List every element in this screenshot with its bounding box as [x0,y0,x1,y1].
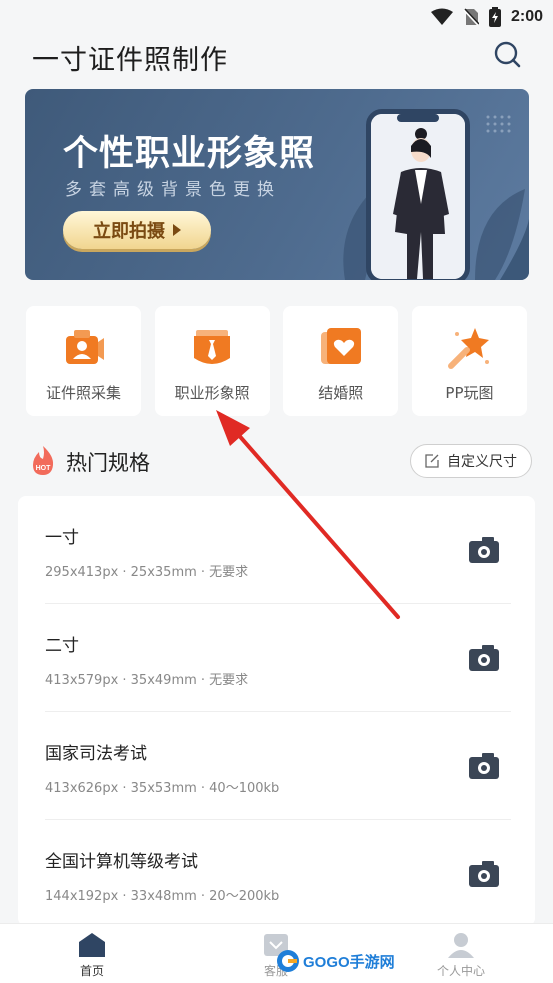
home-icon [79,933,105,957]
user-icon [448,933,474,958]
shoot-now-button[interactable]: 立即拍摄 [63,211,211,249]
spec-list: 一寸 295x413px · 25x35mm · 无要求 二寸 413x579p… [18,496,535,926]
id-photo-camera-icon [65,330,104,364]
tab-home[interactable]: 首页 [57,932,127,979]
spec-name: 二寸 [45,636,79,656]
spec-desc: 295x413px · 25x35mm · 无要求 [45,565,249,580]
spec-item[interactable]: 国家司法考试 413x626px · 35x53mm · 40～100kb [45,712,511,820]
battery-icon [488,7,501,27]
watermark-logo-icon [277,950,299,972]
spec-desc: 144x192px · 33x48mm · 20～200kb [45,889,280,904]
spec-item[interactable]: 全国计算机等级考试 144x192px · 33x48mm · 20～200kb [45,820,511,926]
spec-name: 全国计算机等级考试 [45,852,198,872]
heart-photo-icon [320,328,361,364]
feature-wedding-photo[interactable]: 结婚照 [283,306,399,416]
feature-label: PP玩图 [445,384,494,402]
tab-label: 个人中心 [436,964,485,978]
magic-wand-icon [448,328,490,369]
hot-flame-icon: HOT [33,446,54,475]
camera-icon[interactable] [469,860,499,888]
spec-item[interactable]: 二寸 413x579px · 35x49mm · 无要求 [45,604,511,712]
feature-label: 结婚照 [318,384,364,402]
page-title: 一寸证件照制作 [32,45,228,76]
feature-grid: 证件照采集 职业形象照 结婚照 PP玩图 [26,306,527,416]
wifi-icon [430,8,453,25]
spec-item[interactable]: 一寸 295x413px · 25x35mm · 无要求 [45,496,511,604]
hot-badge-text: HOT [36,465,52,472]
promo-banner[interactable]: 个性职业形象照 多套高级背景色更换 立即拍摄 [25,89,529,280]
camera-icon[interactable] [469,536,499,564]
site-watermark: GOGO手游网 [276,947,395,975]
no-sim-icon [463,8,479,26]
status-bar: 2:00 [0,0,553,34]
custom-size-button[interactable]: 自定义尺寸 [410,444,532,478]
feature-label: 证件照采集 [45,384,121,402]
spec-desc: 413x626px · 35x53mm · 40～100kb [45,781,280,796]
edit-icon [425,454,439,468]
phone-mockup [366,109,470,280]
search-icon[interactable] [493,40,523,70]
banner-title: 个性职业形象照 [63,134,316,174]
spec-name: 一寸 [45,528,79,548]
play-arrow-icon [173,224,181,236]
app-header: 一寸证件照制作 [0,34,553,78]
shoot-now-label: 立即拍摄 [93,221,165,242]
banner-dots-decoration [486,115,511,133]
business-tie-icon [194,330,231,364]
spec-desc: 413x579px · 35x49mm · 无要求 [45,673,249,688]
hot-section-header: HOT 热门规格 自定义尺寸 [0,440,553,482]
feature-business-photo[interactable]: 职业形象照 [154,306,270,416]
feature-pp-play[interactable]: PP玩图 [411,306,527,416]
camera-icon[interactable] [469,644,499,672]
banner-subtitle: 多套高级背景色更换 [65,180,281,200]
tab-label: 首页 [79,964,104,978]
feature-label: 职业形象照 [174,384,250,402]
feature-id-photo[interactable]: 证件照采集 [26,306,141,416]
tab-profile[interactable]: 个人中心 [426,932,496,979]
businesswoman-illustration [371,114,465,279]
section-title: 热门规格 [66,451,150,475]
watermark-text: GOGO手游网 [303,953,395,971]
status-time: 2:00 [510,8,543,25]
camera-icon[interactable] [469,752,499,780]
custom-size-label: 自定义尺寸 [447,454,517,470]
spec-name: 国家司法考试 [45,744,147,764]
